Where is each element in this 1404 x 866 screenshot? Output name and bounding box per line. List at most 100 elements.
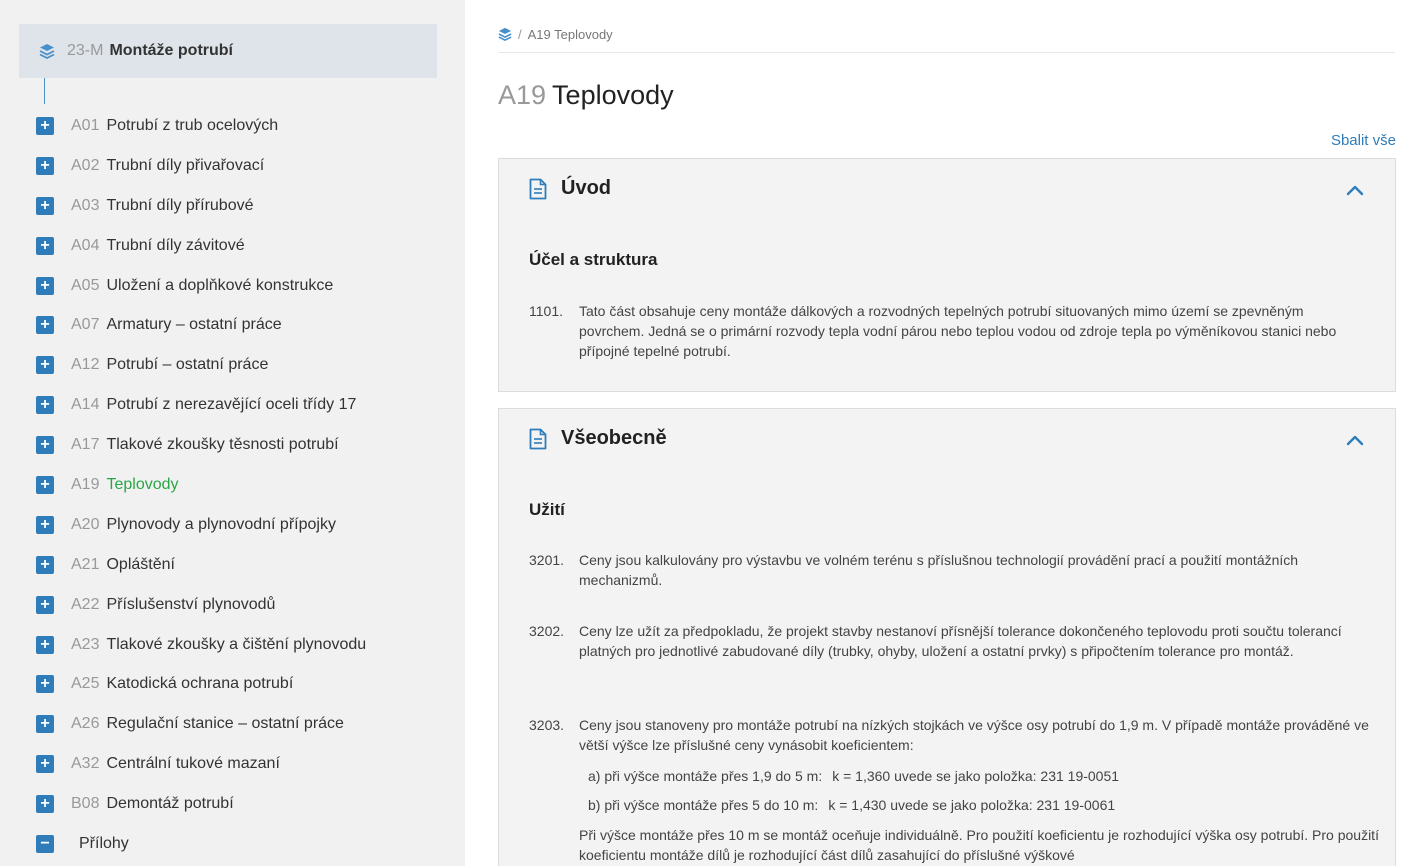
sidebar-item-code: A05 [71,276,100,294]
paragraph-text: Ceny lze užít za předpokladu, že projekt… [579,623,1342,659]
minus-box-icon[interactable]: − [36,834,54,853]
section-title-usage: Užití [529,500,565,519]
sidebar: 23-M Montáže potrubí + A01 Potrubí z trub … [0,0,465,866]
plus-box-icon[interactable]: + [36,196,54,215]
plus-box-icon[interactable]: + [36,715,54,734]
plus-box-icon[interactable]: + [36,555,54,574]
item-condition: b) při výšce montáže přes 5 do 10 m: [588,797,819,813]
sidebar-item-a21[interactable]: + A21 Opláštění [36,545,456,585]
sidebar-item-a20[interactable]: + A20 Plynovody a plynovodní přípojky [36,505,456,545]
sidebar-item-a14[interactable]: + A14 Potrubí z nerezavějící oceli třídy 1… [36,385,456,425]
plus-box-icon[interactable]: + [36,116,54,135]
sidebar-item-a23[interactable]: + A23 Tlakové zkoušky a čištění plynovodu [36,625,456,665]
sidebar-item-code: A12 [71,356,100,374]
sidebar-item-a02[interactable]: + A02 Trubní díly přivařovací [36,146,456,186]
paragraph-text: Ceny jsou stanoveny pro montáže potrubí … [579,717,1369,753]
page-title-code: A19 [498,80,547,110]
plus-box-icon[interactable]: + [36,316,54,335]
sidebar-item-label: Tlakové zkoušky a čištění plynovodu [106,635,367,653]
sidebar-item-a26[interactable]: + A26 Regulační stanice – ostatní práce [36,704,456,744]
plus-box-icon[interactable]: + [36,356,54,375]
panel-general: Všeobecně Užití 3201. Ceny jsou kalkulov… [498,408,1396,866]
plus-box-icon[interactable]: + [36,156,54,175]
sidebar-item-a01[interactable]: + A01 Potrubí z trub ocelových [36,106,456,146]
sidebar-item-a04[interactable]: + A04 Trubní díly závitové [36,226,456,266]
sidebar-item-a25[interactable]: + A25 Katodická ochrana potrubí [36,664,456,704]
layers-icon [39,44,55,59]
plus-box-icon[interactable]: + [36,236,54,255]
tree-connector-line [44,78,45,104]
sidebar-item-a05[interactable]: + A05 Uložení a doplňkové konstrukce [36,266,456,306]
sidebar-item-label: Demontáž potrubí [106,795,234,813]
plus-box-icon[interactable]: + [36,795,54,814]
sidebar-item-label: Plynovody a plynovodní přípojky [106,515,336,533]
sidebar-item-code: A25 [71,675,100,693]
sidebar-item-b08[interactable]: + B08 Demontáž potrubí [36,784,456,824]
paragraph-3203-item-a: a) při výšce montáže přes 1,9 do 5 m: k =… [588,766,1119,786]
paragraph-1101: 1101. Tato část obsahuje ceny montáže dá… [529,301,1369,361]
header-divider [498,52,1395,53]
panel-intro-header[interactable]: Úvod [529,177,611,200]
sidebar-item-label: Potrubí – ostatní práce [106,356,269,374]
breadcrumb-separator: / [518,26,522,42]
paragraph-number: 3203. [529,717,565,733]
plus-box-icon[interactable]: + [36,635,54,654]
item-coefficient: k = 1,360 uvede se jako položka: 231 19-… [832,768,1120,784]
sidebar-item-code: A26 [71,715,100,733]
paragraph-3201: 3201. Ceny jsou kalkulovány pro výstavbu… [529,550,1369,590]
sidebar-item-code: A32 [71,755,100,773]
sidebar-item-code: A04 [71,236,100,254]
panel-intro: Úvod Účel a struktura 1101. Tato část ob… [498,158,1396,392]
sidebar-item-code: A23 [71,635,100,653]
sidebar-item-label: Přílohy [79,834,129,852]
paragraph-3202: 3202. Ceny lze užít za předpokladu, že p… [529,621,1369,661]
sidebar-item-code: A22 [71,595,100,613]
plus-box-icon[interactable]: + [36,436,54,455]
sidebar-item-attachments[interactable]: − Přílohy [36,824,456,864]
collapse-all-link[interactable]: Sbalit vše [1331,132,1396,149]
sidebar-item-code: A07 [71,316,100,334]
tree-root-code: 23-M [67,42,104,59]
chevron-up-icon[interactable] [1345,183,1365,197]
sidebar-item-label: Potrubí z nerezavějící oceli třídy 17 [106,396,357,414]
sidebar-item-label: Katodická ochrana potrubí [106,675,294,693]
paragraph-3203-item-b: b) při výšce montáže přes 5 do 10 m: k = … [588,795,1115,815]
sidebar-item-a17[interactable]: + A17 Tlakové zkoušky těsnosti potrubí [36,425,456,465]
sidebar-item-a07[interactable]: + A07 Armatury – ostatní práce [36,305,456,345]
sidebar-item-a32[interactable]: + A32 Centrální tukové mazaní [36,744,456,784]
sidebar-item-a03[interactable]: + A03 Trubní díly přírubové [36,186,456,226]
sidebar-item-code: A20 [71,515,100,533]
paragraph-3203: 3203. Ceny jsou stanoveny pro montáže po… [529,715,1369,755]
plus-box-icon[interactable]: + [36,276,54,295]
sidebar-item-code: A19 [71,475,100,493]
document-icon [529,178,547,199]
sidebar-item-code: A21 [71,555,100,573]
plus-box-icon[interactable]: + [36,595,54,614]
plus-box-icon[interactable]: + [36,755,54,774]
tree-root-item[interactable]: 23-M Montáže potrubí [19,24,437,78]
sidebar-item-label: Uložení a doplňkové konstrukce [106,276,334,294]
sidebar-item-a12[interactable]: + A12 Potrubí – ostatní práce [36,345,456,385]
plus-box-icon[interactable]: + [36,515,54,534]
section-title-purpose: Účel a struktura [529,250,658,269]
sidebar-item-code: A02 [71,156,100,174]
plus-box-icon[interactable]: + [36,396,54,415]
sidebar-item-label: Trubní díly přírubové [106,196,254,214]
sidebar-item-a22[interactable]: + A22 Příslušenství plynovodů [36,585,456,625]
chevron-up-icon[interactable] [1345,433,1365,447]
panel-general-header[interactable]: Všeobecně [529,427,667,450]
main-content: / A19 Teplovody A19 Teplovody Sbalit vše … [498,0,1398,866]
item-condition: a) při výšce montáže přes 1,9 do 5 m: [588,768,823,784]
breadcrumb-current: A19 Teplovody [527,26,613,42]
sidebar-item-label: Příslušenství plynovodů [106,595,276,613]
sidebar-item-code: A14 [71,396,100,414]
page-title: A19 Teplovody [498,80,674,111]
plus-box-icon[interactable]: + [36,675,54,694]
plus-box-icon[interactable]: + [36,475,54,494]
paragraph-number: 1101. [529,303,563,319]
sidebar-item-a19[interactable]: + A19 Teplovody [36,465,456,505]
tree-root-label: Montáže potrubí [109,42,233,59]
sidebar-item-code: A01 [71,116,100,134]
tree-list: + A01 Potrubí z trub ocelových + A02 Trubní d… [36,106,456,864]
layers-icon[interactable] [498,27,512,41]
